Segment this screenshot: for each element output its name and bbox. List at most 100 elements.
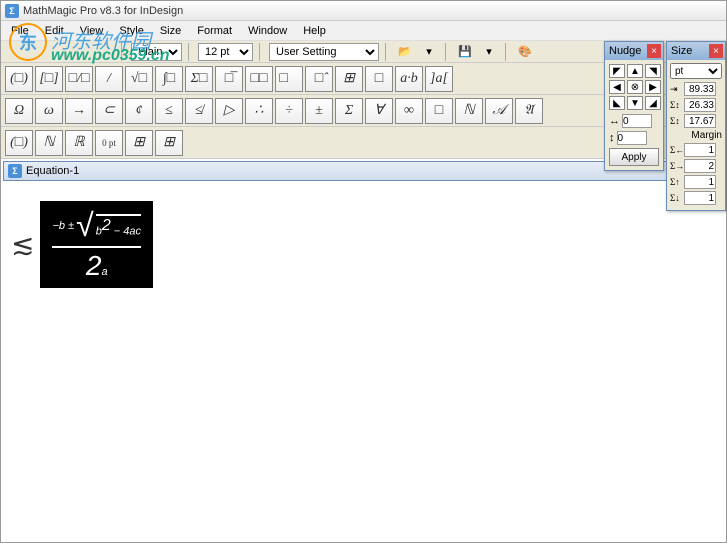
tpl-subsup[interactable]: □□: [245, 66, 273, 92]
nudge-w-icon[interactable]: ◀: [609, 80, 625, 94]
size-unit-select[interactable]: pt: [670, 63, 722, 79]
nudge-nw-icon[interactable]: ◤: [609, 64, 625, 78]
size-icon: Σ↕: [670, 100, 682, 110]
matrix-button-1[interactable]: ⊞: [125, 130, 153, 156]
tpl-box[interactable]: □: [365, 66, 393, 92]
menu-file[interactable]: File: [3, 23, 37, 39]
close-icon[interactable]: ×: [709, 44, 723, 58]
nudge-v-input[interactable]: [617, 131, 647, 145]
sym-infinity[interactable]: ∞: [395, 98, 423, 124]
nudge-panel-title: Nudge: [607, 45, 641, 57]
menu-format[interactable]: Format: [189, 23, 240, 39]
sym-naturals-2[interactable]: ℕ: [35, 130, 63, 156]
sym-plusminus[interactable]: ±: [305, 98, 333, 124]
sym-fraktur[interactable]: 𝔄: [515, 98, 543, 124]
equation-canvas[interactable]: ≲ −b ± √b2 − 4ac 2a: [1, 183, 726, 503]
sym-subset[interactable]: ⊂: [95, 98, 123, 124]
sym-therefore[interactable]: ∴: [245, 98, 273, 124]
tpl-bracket[interactable]: [□]: [35, 66, 63, 92]
sym-sigma[interactable]: Σ: [335, 98, 363, 124]
dropdown-icon[interactable]: ▾: [419, 43, 439, 61]
size-panel-header[interactable]: Size ×: [667, 42, 725, 60]
menu-help[interactable]: Help: [295, 23, 334, 39]
nudge-panel[interactable]: Nudge × ◤ ▲ ◥ ◀ ⊗ ▶ ◣ ▼ ◢ ↔ ↕ Apply: [604, 41, 664, 171]
menu-size[interactable]: Size: [152, 23, 189, 39]
sym-divide[interactable]: ÷: [275, 98, 303, 124]
nudge-e-icon[interactable]: ▶: [645, 80, 661, 94]
size-icon: Σ↕: [670, 116, 682, 126]
palette-icon[interactable]: 🎨: [515, 43, 535, 61]
sym-forall[interactable]: ∀: [365, 98, 393, 124]
equation-denominator: 2a: [52, 246, 141, 282]
sym-nleq[interactable]: ≰: [185, 98, 213, 124]
sym-arrow[interactable]: →: [65, 98, 93, 124]
size-panel[interactable]: Size × pt ⇥ Σ↕ Σ↕ Margin Σ← Σ→ Σ↑ Σ↓: [666, 41, 726, 211]
tpl-overbar[interactable]: □̅: [215, 66, 243, 92]
margin-4-input[interactable]: [684, 191, 716, 205]
close-icon[interactable]: ×: [647, 44, 661, 58]
equation-selection[interactable]: −b ± √b2 − 4ac 2a: [40, 201, 153, 288]
sym-square[interactable]: □: [425, 98, 453, 124]
nudge-se-icon[interactable]: ◢: [645, 96, 661, 110]
matrix-button-2[interactable]: ⊞: [155, 130, 183, 156]
font-style-select[interactable]: Plain: [131, 43, 182, 61]
tpl-sum[interactable]: Σ□: [185, 66, 213, 92]
margin-1-input[interactable]: [684, 143, 716, 157]
sym-cent[interactable]: ¢: [125, 98, 153, 124]
sym-triangle[interactable]: ▷: [215, 98, 243, 124]
vertical-icon: ↕: [609, 132, 615, 144]
sym-reals[interactable]: ℝ: [65, 130, 93, 156]
save-icon[interactable]: 💾: [455, 43, 475, 61]
tpl-hat[interactable]: □̂: [305, 66, 333, 92]
margin-icon: Σ↑: [670, 177, 682, 187]
tpl-fraction[interactable]: □/□: [65, 66, 93, 92]
nudge-sw-icon[interactable]: ◣: [609, 96, 625, 110]
menubar: File Edit View Style Size Format Window …: [1, 21, 726, 41]
user-setting-select[interactable]: User Setting: [269, 43, 379, 61]
horizontal-icon: ↔: [609, 115, 620, 127]
nudge-center-icon[interactable]: ⊗: [627, 80, 643, 94]
tpl-radical[interactable]: √□: [125, 66, 153, 92]
nudge-direction-grid: ◤ ▲ ◥ ◀ ⊗ ▶ ◣ ▼ ◢: [609, 64, 659, 110]
nudge-ne-icon[interactable]: ◥: [645, 64, 661, 78]
equation-display[interactable]: ≲ −b ± √b2 − 4ac 2a: [11, 201, 153, 288]
menu-style[interactable]: Style: [111, 23, 151, 39]
window-title: MathMagic Pro v8.3 for InDesign: [23, 5, 183, 17]
sym-naturals[interactable]: ℕ: [455, 98, 483, 124]
nudge-n-icon[interactable]: ▲: [627, 64, 643, 78]
sym-script[interactable]: 𝒜: [485, 98, 513, 124]
tpl-arrow[interactable]: □⃗: [275, 66, 303, 92]
tpl-fence[interactable]: (□): [5, 66, 33, 92]
sym-omega-upper[interactable]: Ω: [5, 98, 33, 124]
nudge-h-input[interactable]: [622, 114, 652, 128]
margin-3-input[interactable]: [684, 175, 716, 189]
size-panel-title: Size: [669, 45, 692, 57]
margin-icon: Σ→: [670, 161, 682, 171]
spacing-button[interactable]: 0 pt: [95, 130, 123, 156]
size-icon: ⇥: [670, 84, 682, 95]
tpl-label[interactable]: a·b: [395, 66, 423, 92]
size-v1-input[interactable]: [684, 82, 716, 96]
tpl-interval[interactable]: ]a[: [425, 66, 453, 92]
size-v3-input[interactable]: [684, 114, 716, 128]
tpl-slash[interactable]: /: [95, 66, 123, 92]
dropdown-icon[interactable]: ▾: [479, 43, 499, 61]
sym-omega-lower[interactable]: ω: [35, 98, 63, 124]
tpl-fence-2[interactable]: (□): [5, 130, 33, 156]
nudge-s-icon[interactable]: ▼: [627, 96, 643, 110]
font-size-select[interactable]: 12 pt: [198, 43, 253, 61]
tpl-integral[interactable]: ∫□: [155, 66, 183, 92]
menu-window[interactable]: Window: [240, 23, 295, 39]
open-icon[interactable]: 📂: [395, 43, 415, 61]
tpl-matrix[interactable]: ⊞: [335, 66, 363, 92]
window-titlebar: Σ MathMagic Pro v8.3 for InDesign: [1, 1, 726, 21]
nudge-panel-header[interactable]: Nudge ×: [605, 42, 663, 60]
menu-edit[interactable]: Edit: [37, 23, 72, 39]
margin-2-input[interactable]: [684, 159, 716, 173]
size-v2-input[interactable]: [684, 98, 716, 112]
equation-numerator: −b ± √b2 − 4ac: [52, 207, 141, 244]
sym-leq[interactable]: ≤: [155, 98, 183, 124]
menu-view[interactable]: View: [72, 23, 112, 39]
equation-prefix-symbol: ≲: [11, 228, 34, 262]
apply-button[interactable]: Apply: [609, 148, 659, 166]
